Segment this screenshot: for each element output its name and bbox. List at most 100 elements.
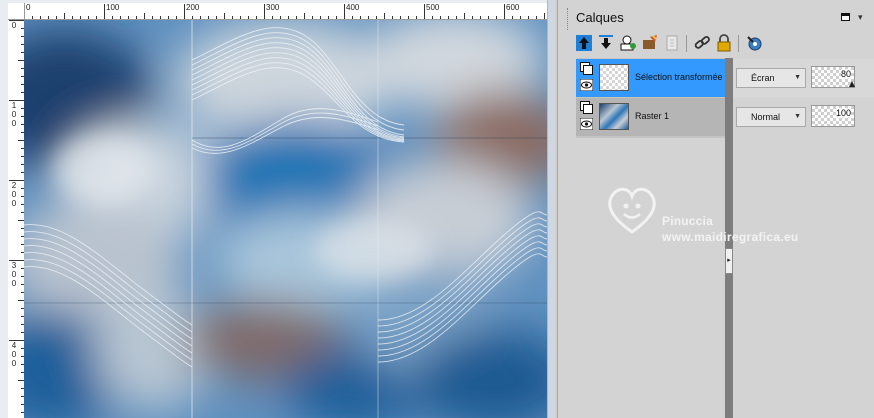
ruler-tick [104, 4, 105, 19]
ruler-tick [416, 16, 417, 19]
ruler-corner [8, 3, 25, 20]
delete-layer-icon[interactable] [662, 33, 682, 53]
ruler-label: 200 [186, 3, 200, 12]
ruler-tick [152, 16, 153, 19]
ruler-tick [272, 16, 273, 19]
ruler-tick [544, 13, 545, 19]
ruler-label: 0 [11, 190, 17, 199]
ruler-tick [224, 13, 225, 19]
layer-name: Raster 1 [635, 111, 670, 121]
new-mask-layer-icon[interactable] [618, 33, 638, 53]
layers-toolbar [574, 33, 874, 55]
palette-menu-arrow-icon[interactable]: ▾ [858, 12, 863, 23]
layer-row-raster-1[interactable]: Raster 1 [576, 98, 725, 136]
ruler-tick [480, 16, 481, 19]
splitter-handle[interactable]: ▸ [725, 248, 733, 274]
opacity-slider[interactable]: 100 [811, 105, 855, 127]
palette-splitter[interactable] [725, 58, 733, 418]
layer-row-selection-transformee[interactable]: Sélection transformée [576, 59, 725, 97]
blend-mode-value: Écran [751, 73, 775, 83]
ruler-tick [464, 13, 465, 19]
ruler-tick [328, 16, 329, 19]
chevron-down-icon: ▼ [794, 113, 801, 120]
ruler-tick [88, 16, 89, 19]
ruler-label: 0 [11, 270, 17, 279]
visibility-toggle-icon[interactable] [744, 33, 764, 53]
ruler-label: 0 [26, 3, 31, 12]
layers-palette: Calques ▾ Sélection transformée Raster 1… [557, 0, 874, 418]
ruler-tick [336, 16, 337, 19]
heart-logo-icon [608, 187, 656, 234]
ruler-tick [160, 16, 161, 19]
ruler-tick [520, 16, 521, 19]
ruler-label: 500 [426, 3, 440, 12]
ruler-label: 0 [11, 119, 17, 128]
ruler-tick [288, 16, 289, 19]
ruler-tick [352, 16, 353, 19]
ruler-tick [264, 4, 265, 19]
raster-layer-icon [580, 62, 593, 75]
ruler-tick [448, 16, 449, 19]
ruler-tick [440, 16, 441, 19]
ruler-tick [360, 16, 361, 19]
ruler-tick [392, 16, 393, 19]
layers-list: Sélection transformée Raster 1 [576, 58, 725, 138]
raster-layer-icon [580, 101, 593, 114]
watermark-name: Pinuccia [662, 214, 713, 228]
opacity-pointer-icon[interactable] [849, 81, 855, 87]
layer-thumbnail [599, 103, 629, 130]
ruler-label: 600 [506, 3, 520, 12]
horizontal-ruler: 0 100 200 300 400 500 600 [8, 3, 547, 20]
canvas-area[interactable]: 0 100 200 300 400 500 600 0100200300400 [0, 0, 555, 418]
link-layer-icon[interactable] [692, 33, 712, 53]
ruler-tick [320, 16, 321, 19]
restore-window-button[interactable] [841, 13, 850, 21]
ruler-tick [240, 16, 241, 19]
layer-properties: Écran ▼ 80 Normal ▼ 100 [733, 58, 874, 138]
ruler-tick [48, 16, 49, 19]
ruler-tick [96, 16, 97, 19]
new-vector-layer-icon[interactable] [596, 33, 616, 53]
new-raster-layer-icon[interactable] [574, 33, 594, 53]
ruler-tick [64, 13, 65, 19]
ruler-tick [296, 16, 297, 19]
ruler-tick [168, 16, 169, 19]
palette-title: Calques [576, 10, 624, 25]
blend-mode-select[interactable]: Écran ▼ [736, 68, 806, 88]
palette-grip[interactable] [567, 8, 572, 30]
ruler-tick [488, 16, 489, 19]
ruler-tick [280, 16, 281, 19]
ruler-tick [200, 16, 201, 19]
ruler-label: 0 [11, 350, 17, 359]
lock-transparency-icon[interactable] [714, 33, 734, 53]
ruler-tick [184, 4, 185, 19]
ruler-label: 100 [106, 3, 120, 12]
ruler-tick [536, 16, 537, 19]
canvas-scroll-edge[interactable] [547, 0, 555, 418]
image-canvas[interactable] [24, 20, 547, 418]
eye-icon[interactable] [580, 118, 593, 130]
ruler-label: 3 [11, 261, 17, 270]
ruler-tick [192, 16, 193, 19]
ruler-label: 400 [346, 3, 360, 12]
blend-mode-value: Normal [751, 112, 781, 122]
ruler-tick [456, 16, 457, 19]
blend-mode-select[interactable]: Normal ▼ [736, 107, 806, 127]
ruler-tick [368, 16, 369, 19]
ruler-tick [232, 16, 233, 19]
layer-thumbnail [599, 64, 629, 91]
ruler-tick [80, 16, 81, 19]
ruler-tick [120, 16, 121, 19]
ruler-label: 0 [11, 110, 17, 119]
ruler-tick [424, 4, 425, 19]
ruler-tick [216, 16, 217, 19]
new-adjustment-layer-icon[interactable] [640, 33, 660, 53]
ruler-tick [496, 16, 497, 19]
ruler-tick [432, 16, 433, 19]
eye-icon[interactable] [580, 79, 593, 91]
toolbar-separator [686, 35, 687, 52]
layer-name: Sélection transformée [635, 72, 723, 82]
ruler-tick [344, 4, 345, 19]
ruler-tick [248, 16, 249, 19]
ruler-tick [512, 16, 513, 19]
